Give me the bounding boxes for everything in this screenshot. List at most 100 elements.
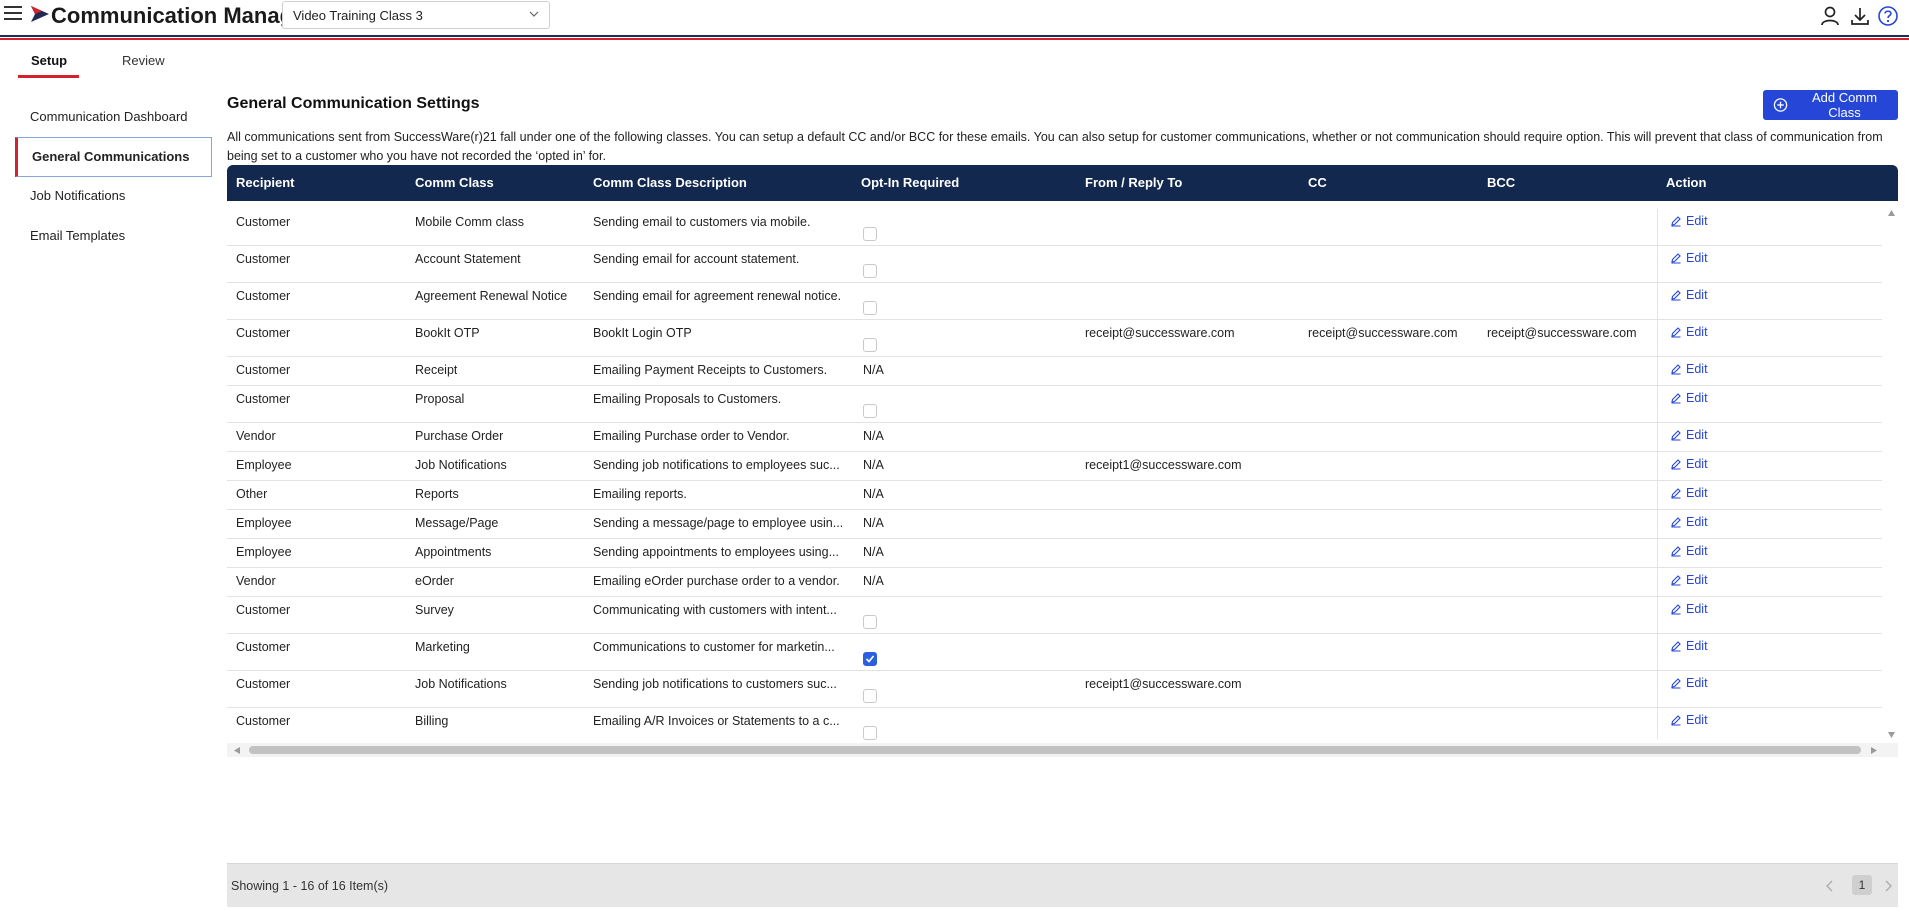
cell-comm-class: Account Statement <box>415 252 521 266</box>
scroll-down-arrow-icon[interactable] <box>1887 731 1896 739</box>
table-row: Employee Job Notifications Sending job not… <box>227 452 1882 481</box>
download-icon[interactable] <box>1849 5 1871 27</box>
edit-button[interactable]: Edit <box>1670 602 1708 616</box>
sidebar-item-job-notifications[interactable]: Job Notifications <box>15 176 212 216</box>
edit-label: Edit <box>1686 573 1708 587</box>
edit-button[interactable]: Edit <box>1670 639 1708 653</box>
edit-button[interactable]: Edit <box>1670 515 1708 529</box>
plus-circle-icon <box>1773 98 1788 112</box>
sidebar-item-email-templates[interactable]: Email Templates <box>15 216 212 256</box>
vertical-scrollbar[interactable] <box>1885 209 1898 739</box>
cell-description: Communicating with customers with intent… <box>593 603 837 617</box>
scroll-right-arrow-icon[interactable] <box>1870 746 1878 755</box>
column-header-comm-class[interactable]: Comm Class <box>415 165 494 201</box>
tab-review[interactable]: Review <box>122 53 165 68</box>
opt-in-checkbox[interactable] <box>863 338 877 352</box>
column-header-action: Action <box>1666 175 1707 190</box>
cell-recipient: Customer <box>236 363 291 377</box>
sidebar-item-general-communications[interactable]: General Communications <box>15 137 212 177</box>
user-icon[interactable] <box>1819 5 1841 27</box>
add-comm-class-label: Add Comm Class <box>1812 90 1878 120</box>
scroll-up-arrow-icon[interactable] <box>1887 209 1896 217</box>
pencil-icon <box>1671 364 1681 375</box>
pencil-icon <box>1671 459 1681 470</box>
tab-setup[interactable]: Setup <box>31 53 67 68</box>
cell-comm-class: Purchase Order <box>415 429 504 443</box>
edit-button[interactable]: Edit <box>1670 325 1708 339</box>
opt-in-checkbox[interactable] <box>863 301 877 315</box>
cell-description: Emailing Purchase order to Vendor. <box>593 429 790 443</box>
edit-label: Edit <box>1686 713 1708 727</box>
opt-in-checkbox[interactable] <box>863 726 877 740</box>
pencil-icon <box>1671 678 1681 689</box>
header-stripe-navy <box>0 35 1909 37</box>
pager: 1 <box>1818 875 1898 897</box>
cell-comm-class: Job Notifications <box>415 458 507 472</box>
scroll-left-arrow-icon[interactable] <box>233 746 241 755</box>
opt-in-checkbox[interactable] <box>863 689 877 703</box>
menu-icon[interactable] <box>4 6 22 22</box>
edit-label: Edit <box>1686 639 1708 653</box>
cell-comm-class: Message/Page <box>415 516 499 530</box>
edit-button[interactable]: Edit <box>1670 362 1708 376</box>
opt-in-checkbox[interactable] <box>863 652 877 666</box>
opt-in-checkbox[interactable] <box>863 404 877 418</box>
edit-button[interactable]: Edit <box>1670 457 1708 471</box>
table-body: Customer Mobile Comm class Sending email t… <box>227 209 1882 904</box>
edit-button[interactable]: Edit <box>1670 573 1708 587</box>
page-title: General Communication Settings <box>227 95 480 112</box>
prev-page-icon[interactable] <box>1824 879 1836 893</box>
edit-button[interactable]: Edit <box>1670 391 1708 405</box>
column-header-description[interactable]: Comm Class Description <box>593 165 747 201</box>
header-stripe-red <box>0 38 1909 40</box>
edit-button[interactable]: Edit <box>1670 544 1708 558</box>
column-header-from-reply[interactable]: From / Reply To <box>1085 165 1182 201</box>
edit-button[interactable]: Edit <box>1670 713 1708 727</box>
opt-in-checkbox[interactable] <box>863 264 877 278</box>
cell-comm-class: Agreement Renewal Notice <box>415 289 568 303</box>
edit-button[interactable]: Edit <box>1670 288 1708 302</box>
top-bar: Communication Manager Video Training Cla… <box>0 0 1909 35</box>
comm-class-table: Recipient Comm Class Comm Class Descript… <box>227 165 1898 759</box>
column-header-opt-in[interactable]: Opt-In Required <box>861 165 959 201</box>
add-comm-class-button[interactable]: Add Comm Class <box>1763 90 1898 120</box>
cell-opt-in: N/A <box>863 516 884 530</box>
horizontal-scroll-thumb[interactable] <box>249 746 1861 754</box>
table-row: Customer Survey Communicating with custome… <box>227 597 1882 634</box>
cell-description: Sending job notifications to customers s… <box>593 677 837 691</box>
cell-comm-class: Job Notifications <box>415 677 507 691</box>
class-selector[interactable]: Video Training Class 3 <box>282 1 550 29</box>
help-icon[interactable] <box>1877 5 1899 27</box>
edit-label: Edit <box>1686 428 1708 442</box>
pencil-icon <box>1671 253 1681 264</box>
page-number-current[interactable]: 1 <box>1852 875 1872 895</box>
cell-description: Sending job notifications to employees s… <box>593 458 840 472</box>
horizontal-scrollbar[interactable] <box>227 743 1898 757</box>
pencil-icon <box>1671 604 1681 615</box>
next-page-icon[interactable] <box>1882 879 1894 893</box>
column-header-recipient[interactable]: Recipient <box>236 165 295 201</box>
edit-label: Edit <box>1686 362 1708 376</box>
opt-in-checkbox[interactable] <box>863 615 877 629</box>
sidebar-item-communication-dashboard[interactable]: Communication Dashboard <box>15 97 212 137</box>
edit-button[interactable]: Edit <box>1670 214 1708 228</box>
edit-button[interactable]: Edit <box>1670 251 1708 265</box>
column-header-bcc[interactable]: BCC <box>1487 165 1515 201</box>
pencil-icon <box>1671 715 1681 726</box>
table-row: Vendor Purchase Order Emailing Purchase or… <box>227 423 1882 452</box>
edit-button[interactable]: Edit <box>1670 428 1708 442</box>
brand-logo-icon <box>31 6 49 22</box>
cell-comm-class: Survey <box>415 603 454 617</box>
edit-button[interactable]: Edit <box>1670 486 1708 500</box>
cell-comm-class: eOrder <box>415 574 454 588</box>
opt-in-checkbox[interactable] <box>863 227 877 241</box>
edit-label: Edit <box>1686 214 1708 228</box>
table-row: Customer Account Statement Sending email f… <box>227 246 1882 283</box>
cell-cc: receipt@successware.com <box>1308 326 1458 340</box>
cell-opt-in: N/A <box>863 363 884 377</box>
column-header-cc[interactable]: CC <box>1308 165 1327 201</box>
cell-description: Sending appointments to employees using.… <box>593 545 839 559</box>
edit-button[interactable]: Edit <box>1670 676 1708 690</box>
edit-label: Edit <box>1686 391 1708 405</box>
table-row: Customer Marketing Communications to custo… <box>227 634 1882 671</box>
